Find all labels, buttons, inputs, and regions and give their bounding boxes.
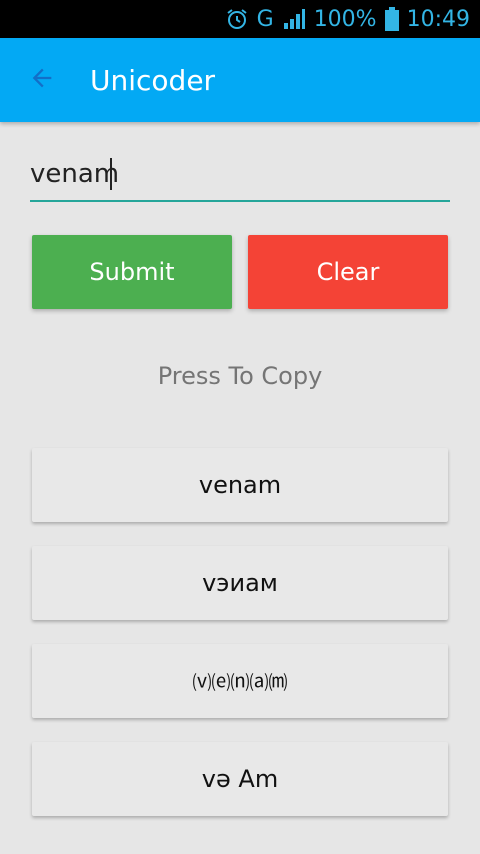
text-input[interactable] bbox=[30, 150, 450, 198]
press-to-copy-label: Press To Copy bbox=[157, 362, 323, 390]
result-item[interactable]: venam bbox=[32, 448, 448, 522]
clock-time: 10:49 bbox=[406, 6, 470, 32]
battery-icon bbox=[384, 7, 399, 31]
arrow-back-icon bbox=[28, 64, 56, 96]
status-bar: G 100% 10:49 bbox=[0, 0, 480, 38]
submit-button[interactable]: Submit bbox=[32, 235, 232, 309]
clear-button[interactable]: Clear bbox=[248, 235, 448, 309]
page-title: Unicoder bbox=[90, 63, 216, 97]
battery-percent: 100% bbox=[313, 6, 377, 32]
app-bar: Unicoder bbox=[0, 38, 480, 122]
signal-icon bbox=[282, 7, 306, 31]
result-item[interactable]: ⒱⒠⒩⒜⒨ bbox=[32, 644, 448, 718]
result-item[interactable]: vэиам bbox=[32, 546, 448, 620]
back-button[interactable] bbox=[0, 38, 84, 122]
result-item[interactable]: vә Am bbox=[32, 742, 448, 816]
network-type: G bbox=[256, 6, 274, 32]
alarm-icon bbox=[225, 7, 249, 31]
text-field-container bbox=[30, 150, 450, 202]
text-caret bbox=[110, 158, 112, 190]
